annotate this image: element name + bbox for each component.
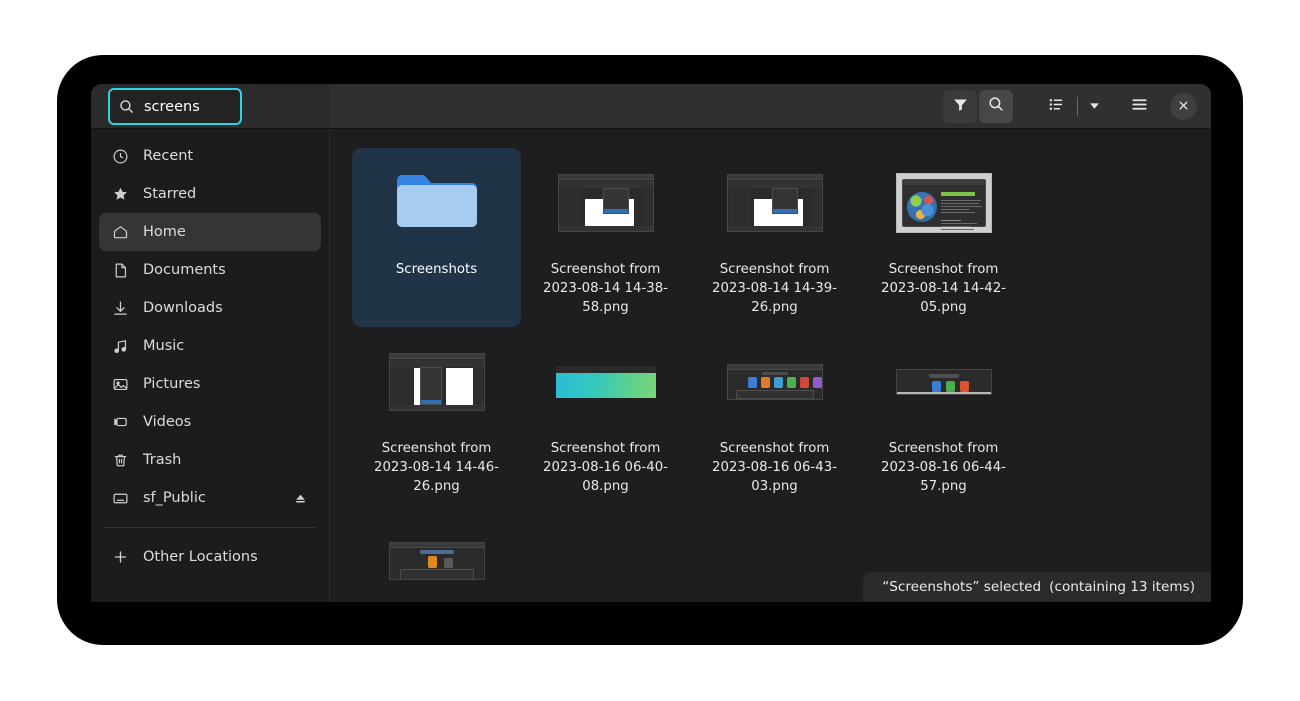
sidebar-item-downloads[interactable]: Downloads (99, 289, 321, 327)
file-label: Screenshot from 2023-08-14 14-42-05.png (869, 260, 1019, 317)
view-group-divider (1077, 97, 1078, 116)
file-item-screenshot[interactable]: Screenshot from 2023-08-16 06-46-41.png (352, 506, 521, 602)
folder-icon (393, 168, 481, 238)
file-grid-area[interactable]: Screenshots Screenshot f (330, 129, 1211, 602)
sidebar-item-label: Starred (143, 186, 196, 202)
close-button[interactable] (1170, 93, 1197, 120)
drive-icon (112, 490, 129, 507)
view-mode-group (1037, 90, 1104, 123)
hamburger-menu-icon (1130, 95, 1149, 118)
sidebar-item-label: Home (143, 224, 186, 240)
sidebar-item-trash[interactable]: Trash (99, 441, 321, 479)
filter-button[interactable] (943, 90, 977, 123)
eject-icon[interactable] (293, 491, 308, 506)
file-label: Screenshot from 2023-08-14 14-38-58.png (531, 260, 681, 317)
status-bar: “Screenshots” selected (containing 13 it… (863, 572, 1211, 602)
sidebar-item-music[interactable]: Music (99, 327, 321, 365)
list-view-icon (1048, 96, 1065, 117)
document-icon (112, 262, 129, 279)
filter-funnel-icon (952, 96, 969, 117)
file-item-folder[interactable]: Screenshots (352, 148, 521, 327)
sidebar-divider (104, 527, 316, 528)
file-item-screenshot[interactable]: Screenshot from 2023-08-14 14-38-58.png (521, 148, 690, 327)
gradient-image (556, 366, 656, 398)
file-label: Screenshot from 2023-08-16 06-44-57.png (869, 439, 1019, 496)
sidebar-item-pictures[interactable]: Pictures (99, 365, 321, 403)
file-grid: Screenshots Screenshot f (330, 129, 1211, 602)
header-bar (91, 84, 1211, 129)
file-label: Screenshot from 2023-08-16 06-43-03.png (700, 439, 850, 496)
file-item-screenshot[interactable]: Screenshot from 2023-08-16 06-44-57.png (859, 327, 1028, 506)
sidebar-item-videos[interactable]: Videos (99, 403, 321, 441)
file-thumbnail (367, 334, 507, 430)
sidebar-item-sf-public[interactable]: sf_Public (99, 479, 321, 517)
file-label: Screenshot from 2023-08-14 14-39-26.png (700, 260, 850, 317)
video-icon (112, 414, 129, 431)
file-manager-window: Recent Starred Home Documents (91, 84, 1211, 602)
search-button[interactable] (979, 90, 1013, 123)
sidebar-item-label: Recent (143, 148, 193, 164)
status-count-text: (containing 13 items) (1049, 579, 1195, 595)
list-view-button[interactable] (1039, 90, 1073, 123)
search-input[interactable] (144, 99, 229, 115)
file-item-screenshot[interactable]: Screenshot from 2023-08-14 14-39-26.png (690, 148, 859, 327)
file-item-screenshot[interactable]: Screenshot from 2023-08-14 14-46-26.png (352, 327, 521, 506)
plus-icon (112, 549, 129, 566)
clock-icon (112, 148, 129, 165)
search-icon (118, 98, 135, 115)
image-icon (112, 376, 129, 393)
star-icon (112, 186, 129, 203)
sidebar-item-label: Documents (143, 262, 226, 278)
file-thumbnail (367, 513, 507, 602)
close-icon (1177, 97, 1190, 116)
music-icon (112, 338, 129, 355)
view-options-dropdown[interactable] (1084, 90, 1104, 123)
file-item-screenshot[interactable]: Screenshot from 2023-08-16 06-43-03.png (690, 327, 859, 506)
sidebar-item-other-locations[interactable]: Other Locations (99, 538, 321, 576)
search-icon (987, 95, 1005, 117)
file-label: Screenshot from 2023-08-14 14-46-26.png (362, 439, 512, 496)
status-selection-text: “Screenshots” selected (882, 579, 1041, 595)
search-field-wrapper[interactable] (108, 88, 242, 125)
sidebar-item-label: sf_Public (143, 490, 206, 506)
sidebar-item-label: Music (143, 338, 184, 354)
sidebar-item-label: Trash (143, 452, 181, 468)
file-item-screenshot[interactable]: Screenshot from 2023-08-14 14-42-05.png (859, 148, 1028, 327)
download-icon (112, 300, 129, 317)
file-thumbnail (705, 155, 845, 251)
sidebar-item-starred[interactable]: Starred (99, 175, 321, 213)
file-label: Screenshots (396, 260, 477, 279)
file-label: Screenshot from 2023-08-16 06-40-08.png (531, 439, 681, 496)
sidebar-item-documents[interactable]: Documents (99, 251, 321, 289)
sidebar-item-recent[interactable]: Recent (99, 137, 321, 175)
header-right-section (330, 84, 1211, 128)
trash-icon (112, 452, 129, 469)
window-body: Recent Starred Home Documents (91, 129, 1211, 602)
sidebar: Recent Starred Home Documents (91, 129, 330, 602)
file-thumbnail (536, 155, 676, 251)
file-thumbnail (874, 155, 1014, 251)
main-menu-button[interactable] (1122, 90, 1156, 123)
chevron-down-icon (1088, 97, 1101, 116)
sidebar-item-label: Downloads (143, 300, 223, 316)
file-thumbnail (705, 334, 845, 430)
home-icon (112, 224, 129, 241)
file-item-screenshot[interactable]: Screenshot from 2023-08-16 06-40-08.png (521, 327, 690, 506)
sidebar-item-label: Other Locations (143, 549, 258, 565)
file-thumbnail (536, 334, 676, 430)
sidebar-item-label: Pictures (143, 376, 200, 392)
folder-thumbnail (367, 155, 507, 251)
sidebar-item-label: Videos (143, 414, 191, 430)
sidebar-item-home[interactable]: Home (99, 213, 321, 251)
file-thumbnail (874, 334, 1014, 430)
